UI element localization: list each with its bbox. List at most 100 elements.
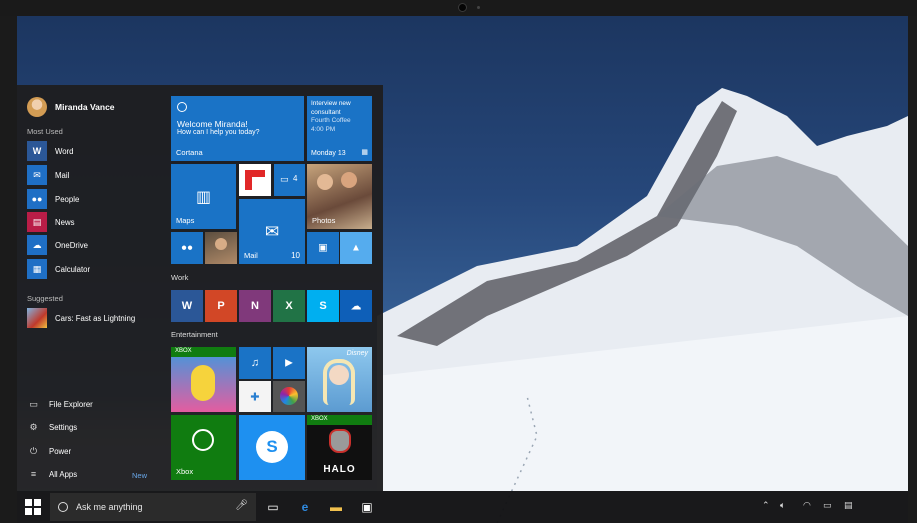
- edge-browser-icon[interactable]: e: [294, 498, 316, 516]
- store-icon[interactable]: ▣: [356, 498, 378, 516]
- store-icon: ▣: [318, 242, 328, 254]
- calendar-line: 4:00 PM: [311, 125, 336, 133]
- app-item-people[interactable]: ●● People: [27, 189, 79, 209]
- cars-game-icon: [27, 308, 47, 328]
- twitter-tile[interactable]: ▲: [340, 232, 372, 264]
- calendar-line: consultant: [311, 108, 341, 116]
- mail-icon: ✉: [27, 165, 47, 185]
- webcam: [458, 3, 467, 12]
- maps-tile[interactable]: ▥ Maps: [171, 164, 236, 229]
- app-item-onedrive[interactable]: ☁ OneDrive: [27, 235, 88, 255]
- work-tile-onenote[interactable]: N: [239, 290, 271, 322]
- suggested-heading: Suggested: [27, 294, 63, 303]
- tile-label: Mail: [244, 251, 258, 260]
- gear-icon: ⚙: [29, 421, 38, 432]
- start-button[interactable]: [25, 499, 41, 515]
- messaging-tile[interactable]: ▭ 4: [274, 164, 305, 196]
- mail-count: 10: [291, 251, 300, 260]
- tunein-tile[interactable]: ✚: [239, 381, 271, 412]
- app-item-word[interactable]: W Word: [27, 141, 74, 161]
- store-tile[interactable]: ▣: [307, 232, 339, 264]
- webcam-led: [477, 6, 480, 9]
- disney-logo: Disney: [346, 350, 368, 357]
- folder-icon: ▭: [29, 398, 38, 409]
- list-icon: ≡: [30, 469, 37, 479]
- suggested-app-cars[interactable]: Cars: Fast as Lightning: [27, 308, 135, 328]
- power-icon: ⏻: [29, 445, 38, 456]
- cortana-circle-icon: [58, 502, 68, 512]
- onenote-icon: N: [251, 300, 259, 312]
- photos-tile[interactable]: Photos: [307, 164, 372, 229]
- wifi-icon[interactable]: ◠: [803, 500, 811, 511]
- work-tile-word[interactable]: W: [171, 290, 203, 322]
- video-tile[interactable]: ▶: [273, 347, 305, 379]
- shazam-tile[interactable]: S: [239, 415, 305, 480]
- work-tile-powerpoint[interactable]: P: [205, 290, 237, 322]
- app-item-calculator[interactable]: ▦ Calculator: [27, 259, 90, 279]
- system-label: Settings: [49, 422, 78, 432]
- flipboard-tile[interactable]: [239, 164, 271, 196]
- system-label: Power: [49, 446, 72, 456]
- people-tile[interactable]: ●●: [171, 232, 203, 264]
- flipboard-icon: [245, 170, 265, 190]
- xbox-tile[interactable]: Xbox: [171, 415, 236, 480]
- power-item[interactable]: ⏻ Power: [27, 443, 71, 459]
- file-explorer-icon[interactable]: ▬: [325, 498, 347, 516]
- user-account[interactable]: Miranda Vance: [27, 97, 115, 117]
- file-explorer-item[interactable]: ▭ File Explorer: [27, 396, 93, 412]
- microphone-icon[interactable]: 🎤︎: [235, 500, 248, 511]
- music-tile[interactable]: ♫: [239, 347, 271, 379]
- work-group-heading: Work: [171, 273, 189, 282]
- excel-icon: X: [285, 300, 293, 312]
- battery-icon[interactable]: ▭: [823, 500, 832, 511]
- search-box[interactable]: Ask me anything 🎤︎: [50, 493, 256, 521]
- user-name: Miranda Vance: [55, 102, 115, 112]
- calendar-tile[interactable]: Interview new consultant Fourth Coffee 4…: [307, 96, 372, 161]
- most-used-heading: Most Used: [27, 127, 63, 136]
- calendar-icon: ▦: [361, 149, 368, 156]
- people-icon: ●●: [27, 189, 47, 209]
- app-label: People: [55, 194, 80, 204]
- minions-game-tile[interactable]: XBOX: [171, 347, 236, 412]
- avatar: [27, 97, 47, 117]
- search-placeholder: Ask me anything: [76, 502, 143, 512]
- powerpoint-icon: P: [217, 300, 225, 312]
- contact-photo-tile[interactable]: [205, 232, 237, 264]
- plus-icon: ✚: [250, 391, 260, 403]
- cortana-tile[interactable]: Welcome Miranda! How can I help you toda…: [171, 96, 304, 161]
- device-bezel: [0, 0, 917, 16]
- volume-icon[interactable]: 🔈︎: [780, 500, 785, 511]
- cortana-subtitle: How can I help you today?: [177, 129, 260, 136]
- tile-label: Xbox: [176, 467, 194, 476]
- headphones-icon: ♫: [250, 357, 260, 369]
- app-item-news[interactable]: ▤ News: [27, 212, 75, 232]
- colors-app-tile[interactable]: [273, 381, 305, 412]
- halo-helmet: [329, 429, 351, 453]
- system-label: File Explorer: [49, 399, 93, 409]
- mail-icon: ✉: [264, 221, 280, 241]
- people-icon: ●●: [180, 242, 194, 254]
- message-icon: ▭: [280, 174, 289, 184]
- settings-item[interactable]: ⚙ Settings: [27, 419, 77, 435]
- twitter-bird-icon: ▲: [351, 242, 361, 254]
- tile-label: Photos: [312, 216, 336, 225]
- mail-tile[interactable]: ✉ Mail 10: [239, 199, 305, 264]
- work-tile-onedrive[interactable]: ☁: [340, 290, 372, 322]
- work-tile-excel[interactable]: X: [273, 290, 305, 322]
- tile-label: Cortana: [176, 148, 203, 157]
- all-apps-item[interactable]: ≡ All Apps: [27, 466, 77, 482]
- work-tile-skype[interactable]: S: [307, 290, 339, 322]
- chevron-up-icon[interactable]: ⌃: [762, 500, 770, 511]
- app-label: OneDrive: [55, 240, 88, 250]
- cortana-title: Welcome Miranda!: [177, 119, 248, 129]
- app-label: Calculator: [55, 264, 91, 274]
- word-icon: W: [181, 300, 193, 312]
- notifications-icon[interactable]: ▤: [844, 500, 853, 511]
- halo-game-tile[interactable]: XBOX HALO: [307, 415, 372, 480]
- messaging-count: 4: [293, 174, 298, 183]
- news-icon: ▤: [27, 212, 47, 232]
- app-item-mail[interactable]: ✉ Mail: [27, 165, 69, 185]
- start-left-pane: Miranda Vance Most Used W Word ✉ Mail ●●…: [17, 85, 167, 491]
- frozen-game-tile[interactable]: Disney: [307, 347, 372, 412]
- task-view-icon[interactable]: ▭: [262, 498, 284, 516]
